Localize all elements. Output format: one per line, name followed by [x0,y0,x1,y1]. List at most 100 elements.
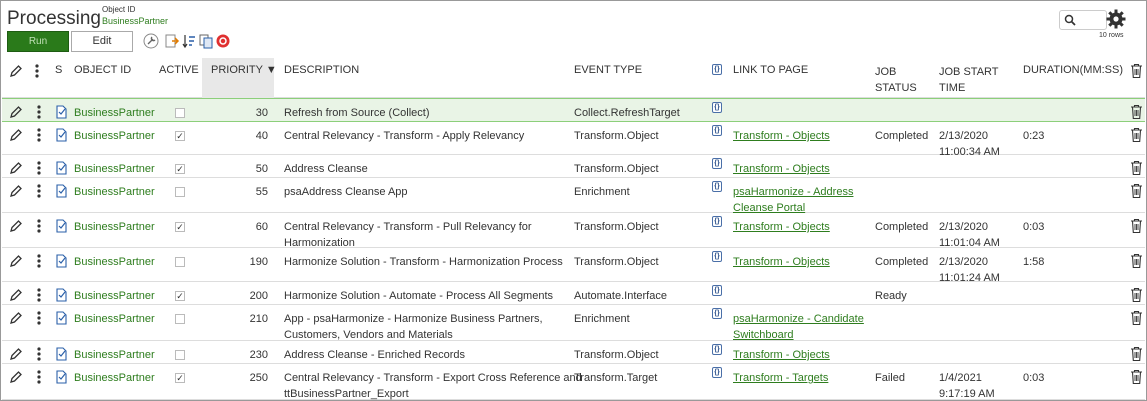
kebab-icon[interactable] [32,183,46,199]
active-checkbox[interactable]: ✓ [175,373,185,383]
kebab-icon[interactable] [32,160,46,176]
object-id-cell[interactable]: BusinessPartner [74,288,155,304]
active-checkbox[interactable] [175,314,185,324]
json-icon[interactable]: {} [712,158,722,169]
table-row[interactable]: BusinessPartner 230 Address Cleanse - En… [2,341,1145,364]
status-doc-icon[interactable] [54,104,68,120]
link-to-page[interactable]: psaHarmonize - Candidate [733,311,864,327]
active-checkbox[interactable] [175,257,185,267]
trash-icon[interactable] [1130,253,1143,269]
search-input[interactable] [1059,10,1107,30]
json-icon[interactable]: {} [712,102,722,113]
status-doc-icon[interactable] [54,287,68,303]
status-doc-icon[interactable] [54,127,68,143]
pencil-icon[interactable] [9,127,23,143]
trash-icon[interactable] [1130,160,1143,176]
object-id-cell[interactable]: BusinessPartner [74,254,155,270]
json-icon[interactable]: {} [712,251,722,262]
link-to-page[interactable]: psaHarmonize - Address [733,184,853,200]
kebab-icon[interactable] [32,346,46,362]
sort-icon[interactable] [181,33,197,49]
link-to-page[interactable]: Transform - Targets [733,370,828,386]
object-id-cell[interactable]: BusinessPartner [74,370,155,386]
copy-icon[interactable] [198,33,214,49]
pencil-icon[interactable] [9,369,23,385]
pencil-icon[interactable] [9,346,23,362]
export-icon[interactable] [164,33,180,49]
column-header-active[interactable]: ACTIVE [159,64,199,76]
column-header-description[interactable]: DESCRIPTION [284,64,359,76]
pencil-icon[interactable] [9,253,23,269]
link-to-page[interactable]: Transform - Objects [733,161,830,177]
column-header-priority[interactable]: PRIORITY ▼ [211,64,277,76]
table-row[interactable]: BusinessPartner ✓ 200 Harmonize Solution… [2,282,1145,305]
kebab-icon[interactable] [32,310,46,326]
object-id-cell[interactable]: BusinessPartner [74,105,155,121]
pencil-icon[interactable] [9,160,23,176]
active-checkbox[interactable]: ✓ [175,291,185,301]
kebab-icon[interactable] [34,63,40,79]
json-icon[interactable]: {} [712,64,722,75]
object-id-cell[interactable]: BusinessPartner [74,219,155,235]
status-doc-icon[interactable] [54,310,68,326]
kebab-icon[interactable] [32,218,46,234]
status-doc-icon[interactable] [54,218,68,234]
wrench-icon[interactable] [143,33,159,49]
column-header-link-to-page[interactable]: LINK TO PAGE [733,64,808,76]
kebab-icon[interactable] [32,253,46,269]
table-row[interactable]: BusinessPartner ✓ 40 Central Relevancy -… [2,122,1145,158]
table-row[interactable]: BusinessPartner ✓ 60 Central Relevancy -… [2,213,1145,249]
trash-icon[interactable] [1130,63,1143,79]
gear-icon[interactable] [1105,8,1127,30]
status-doc-icon[interactable] [54,346,68,362]
object-id-cell[interactable]: BusinessPartner [74,184,155,200]
object-id-cell[interactable]: BusinessPartner [74,347,155,363]
table-row[interactable]: BusinessPartner ✓ 250 Central Relevancy … [2,364,1145,400]
column-header-s[interactable]: S [55,64,62,76]
json-icon[interactable]: {} [712,125,722,136]
run-button[interactable]: Run [7,31,69,52]
column-header-event-type[interactable]: EVENT TYPE [574,64,642,76]
kebab-icon[interactable] [32,287,46,303]
trash-icon[interactable] [1130,310,1143,326]
trash-icon[interactable] [1130,127,1143,143]
column-header-job-status[interactable]: JOB STATUS [875,64,917,96]
json-icon[interactable]: {} [712,308,722,319]
active-checkbox[interactable]: ✓ [175,131,185,141]
trash-icon[interactable] [1130,369,1143,385]
trash-icon[interactable] [1130,287,1143,303]
pencil-icon[interactable] [9,104,23,120]
table-row[interactable]: BusinessPartner 55 psaAddress Cleanse Ap… [2,178,1145,214]
link-to-page[interactable]: Transform - Objects [733,128,830,144]
pencil-icon[interactable] [9,287,23,303]
table-row[interactable]: BusinessPartner 30 Refresh from Source (… [2,98,1145,122]
json-icon[interactable]: {} [712,216,722,227]
status-doc-icon[interactable] [54,160,68,176]
column-header-object-id[interactable]: OBJECT ID [74,64,131,76]
trash-icon[interactable] [1130,104,1143,120]
json-icon[interactable]: {} [712,181,722,192]
link-to-page[interactable]: Transform - Objects [733,219,830,235]
active-checkbox[interactable] [175,187,185,197]
status-doc-icon[interactable] [54,369,68,385]
kebab-icon[interactable] [32,127,46,143]
trash-icon[interactable] [1130,218,1143,234]
json-icon[interactable]: {} [712,344,722,355]
json-icon[interactable]: {} [712,367,722,378]
kebab-icon[interactable] [32,104,46,120]
link-to-page[interactable]: Transform - Objects [733,347,830,363]
pencil-icon[interactable] [9,183,23,199]
trash-icon[interactable] [1130,183,1143,199]
trash-icon[interactable] [1130,346,1143,362]
json-icon[interactable]: {} [712,285,722,296]
table-row[interactable]: BusinessPartner 210 App - psaHarmonize -… [2,305,1145,341]
column-header-job-start-time[interactable]: JOB START TIME [939,64,999,96]
kebab-icon[interactable] [32,369,46,385]
table-row[interactable]: BusinessPartner ✓ 50 Address Cleanse Tra… [2,155,1145,178]
object-id-cell[interactable]: BusinessPartner [74,311,155,327]
pencil-icon[interactable] [9,310,23,326]
edit-button[interactable]: Edit [71,31,133,52]
table-row[interactable]: BusinessPartner 190 Harmonize Solution -… [2,248,1145,284]
active-checkbox[interactable]: ✓ [175,164,185,174]
pencil-icon[interactable] [9,218,23,234]
